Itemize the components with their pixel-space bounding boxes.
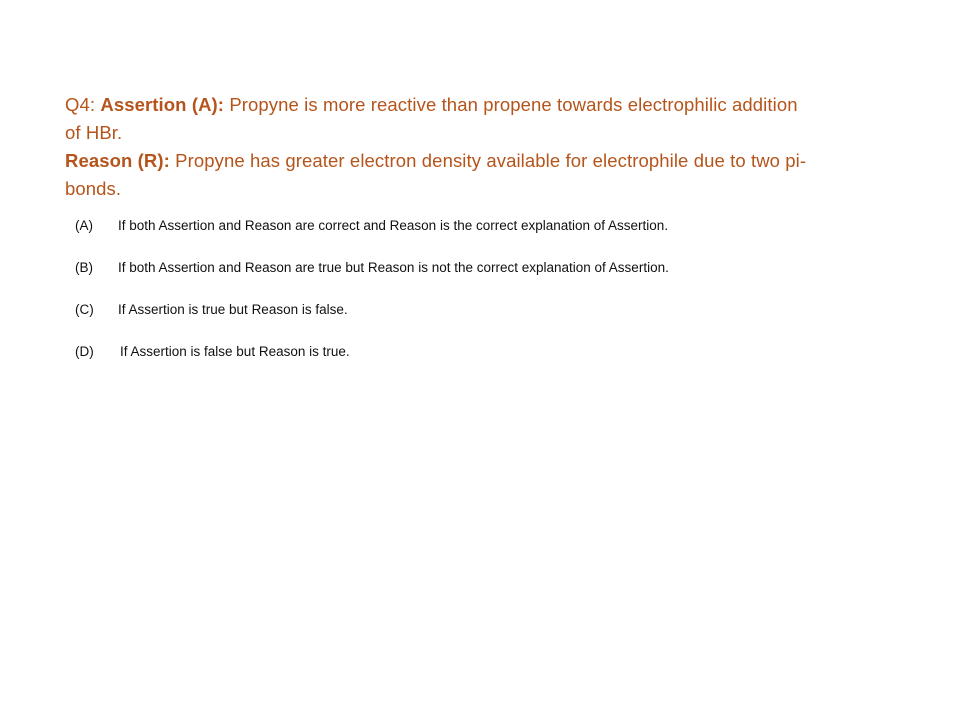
- assertion-line-1: Q4: Assertion (A): Propyne is more react…: [65, 91, 890, 119]
- reason-label: Reason (R):: [65, 150, 170, 171]
- option-letter: (A): [75, 218, 93, 233]
- slide: Q4: Assertion (A): Propyne is more react…: [0, 0, 960, 719]
- option-c: (C) If Assertion is true but Reason is f…: [75, 301, 875, 319]
- option-letter: (B): [75, 260, 93, 275]
- reason-line-2: bonds.: [65, 178, 122, 199]
- assertion-text: Propyne is more reactive than propene to…: [224, 94, 798, 115]
- reason-line-1: Reason (R): Propyne has greater electron…: [65, 147, 890, 175]
- assertion-label: Assertion (A):: [100, 94, 225, 115]
- option-text: If Assertion is false but Reason is true…: [120, 344, 350, 359]
- option-text: If both Assertion and Reason are correct…: [118, 218, 669, 233]
- options-list: (A) If both Assertion and Reason are cor…: [75, 217, 875, 385]
- assertion-line-2: of HBr.: [65, 122, 123, 143]
- option-b: (B) If both Assertion and Reason are tru…: [75, 259, 875, 277]
- reason-text: Propyne has greater electron density ava…: [169, 150, 807, 171]
- question-block: Q4: Assertion (A): Propyne is more react…: [65, 91, 890, 203]
- option-text: If Assertion is true but Reason is false…: [118, 302, 348, 317]
- option-d: (D) If Assertion is false but Reason is …: [75, 343, 875, 361]
- option-a: (A) If both Assertion and Reason are cor…: [75, 217, 875, 235]
- option-letter: (C): [75, 302, 94, 317]
- question-number: Q4:: [65, 94, 101, 115]
- option-letter: (D): [75, 344, 94, 359]
- option-text: If both Assertion and Reason are true bu…: [118, 260, 669, 275]
